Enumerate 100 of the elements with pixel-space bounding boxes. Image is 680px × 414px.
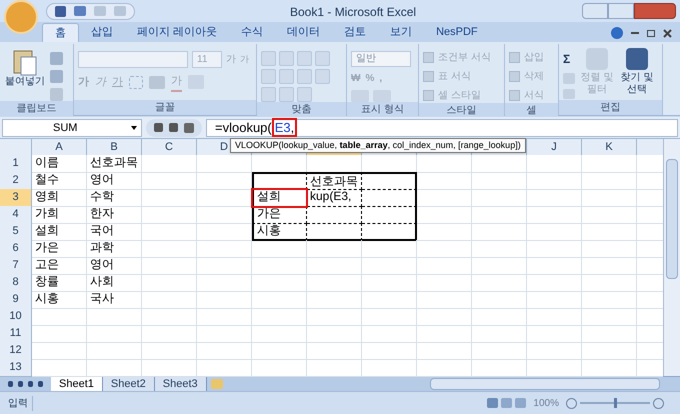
cell: 가은 xyxy=(252,206,307,224)
minimize-icon[interactable] xyxy=(631,32,639,34)
group-label: 표시 형식 xyxy=(347,102,418,117)
close-icon[interactable] xyxy=(663,28,672,38)
cell xyxy=(417,257,472,275)
cell xyxy=(417,308,472,326)
cell xyxy=(472,342,527,360)
row-header[interactable]: 9 xyxy=(0,291,32,309)
autosum-button[interactable]: Σ xyxy=(563,50,575,68)
name-box[interactable]: SUM xyxy=(2,118,142,136)
maximize-button[interactable] xyxy=(608,3,634,19)
cell: 영어 xyxy=(87,172,142,190)
select-all-button[interactable] xyxy=(0,139,32,155)
ribbon-tab[interactable]: 데이터 xyxy=(275,23,332,42)
cell xyxy=(582,240,637,258)
cell xyxy=(252,342,307,360)
cell xyxy=(362,274,417,292)
ribbon-tab[interactable]: 검토 xyxy=(332,23,378,42)
column-header[interactable] xyxy=(637,139,663,155)
close-button[interactable] xyxy=(634,3,676,19)
minimize-button[interactable] xyxy=(582,3,608,19)
group-label: 스타일 xyxy=(419,103,504,118)
row-header[interactable]: 11 xyxy=(0,325,32,343)
border-icon[interactable] xyxy=(129,76,143,89)
command-icon xyxy=(423,90,434,101)
ribbon-tab[interactable]: 수식 xyxy=(229,23,276,42)
restore-icon[interactable] xyxy=(647,30,655,36)
cell xyxy=(142,172,197,190)
row-header[interactable]: 13 xyxy=(0,359,32,377)
group-label: 셀 xyxy=(505,103,558,118)
zoom-out-icon[interactable] xyxy=(566,398,577,408)
office-button[interactable] xyxy=(4,0,38,34)
column-header[interactable]: C xyxy=(142,139,197,155)
sheet-tab[interactable]: Sheet1 xyxy=(51,376,103,392)
cell xyxy=(197,291,252,309)
cell xyxy=(472,155,527,173)
zoom-slider-thumb[interactable] xyxy=(614,398,617,408)
cell xyxy=(362,240,417,258)
row-header[interactable]: 10 xyxy=(0,308,32,326)
cell xyxy=(472,325,527,343)
row-header[interactable]: 6 xyxy=(0,240,32,258)
window-title: Book1 - Microsoft Excel xyxy=(290,4,416,21)
row-header[interactable]: 8 xyxy=(0,274,32,292)
cell: 영희 xyxy=(32,189,87,207)
formula-field[interactable]: =vlookup( E3, xyxy=(206,118,678,136)
column-header[interactable]: J xyxy=(527,139,582,155)
command-icon xyxy=(423,71,434,82)
cell xyxy=(142,325,197,343)
ribbon-tab[interactable]: 삽입 xyxy=(79,23,125,42)
cell xyxy=(142,189,197,207)
font-name-field[interactable] xyxy=(78,51,188,68)
cell xyxy=(527,223,582,241)
vertical-scrollbar[interactable] xyxy=(663,139,680,376)
cell: 국어 xyxy=(87,223,142,241)
cell xyxy=(362,342,417,360)
paste-button[interactable]: 붙여넣기 xyxy=(4,48,46,88)
cell xyxy=(32,342,87,360)
cell xyxy=(472,274,527,292)
cell xyxy=(197,342,252,360)
annotation-box: E3, xyxy=(272,118,298,136)
ribbon-tab[interactable]: 페이지 레이아웃 xyxy=(125,23,230,42)
sheet-tab[interactable]: Sheet3 xyxy=(154,376,207,392)
cell xyxy=(32,308,87,326)
ribbon-tab[interactable]: NesPDF xyxy=(424,23,490,42)
row-header[interactable]: 3 xyxy=(0,189,32,207)
cell xyxy=(417,223,472,241)
cell xyxy=(472,240,527,258)
cell: 수학 xyxy=(87,189,142,207)
cell xyxy=(582,274,637,292)
cell xyxy=(582,257,637,275)
cell: 시홍 xyxy=(252,223,307,241)
horizontal-scrollbar[interactable] xyxy=(430,378,660,390)
row-header[interactable]: 4 xyxy=(0,206,32,224)
row-header[interactable]: 1 xyxy=(0,155,32,173)
row-header[interactable]: 5 xyxy=(0,223,32,241)
ribbon-tab[interactable]: 홈 xyxy=(42,23,79,42)
row-header[interactable]: 12 xyxy=(0,342,32,360)
cell xyxy=(197,223,252,241)
cell xyxy=(527,342,582,360)
group-label: 맞춤 xyxy=(257,102,346,117)
cell xyxy=(417,291,472,309)
cell: 이름 xyxy=(32,155,87,173)
cell xyxy=(197,274,252,292)
cell: 선호과목 xyxy=(87,155,142,173)
dropdown-icon xyxy=(131,126,137,130)
cell xyxy=(527,189,582,207)
column-header[interactable]: K xyxy=(582,139,637,155)
command-icon xyxy=(423,52,434,63)
ribbon-tab[interactable]: 보기 xyxy=(378,23,424,42)
row-header[interactable]: 2 xyxy=(0,172,32,190)
cell: 영어 xyxy=(87,257,142,275)
zoom-in-icon[interactable] xyxy=(653,398,664,408)
cell xyxy=(527,257,582,275)
cell: 설희 xyxy=(32,223,87,241)
find-select-button[interactable]: 찾기 및 선택 xyxy=(619,48,655,96)
sheet-tab[interactable]: Sheet2 xyxy=(102,376,155,392)
cell xyxy=(527,325,582,343)
row-header[interactable]: 7 xyxy=(0,257,32,275)
column-header[interactable]: A xyxy=(32,139,87,155)
column-header[interactable]: B xyxy=(87,139,142,155)
